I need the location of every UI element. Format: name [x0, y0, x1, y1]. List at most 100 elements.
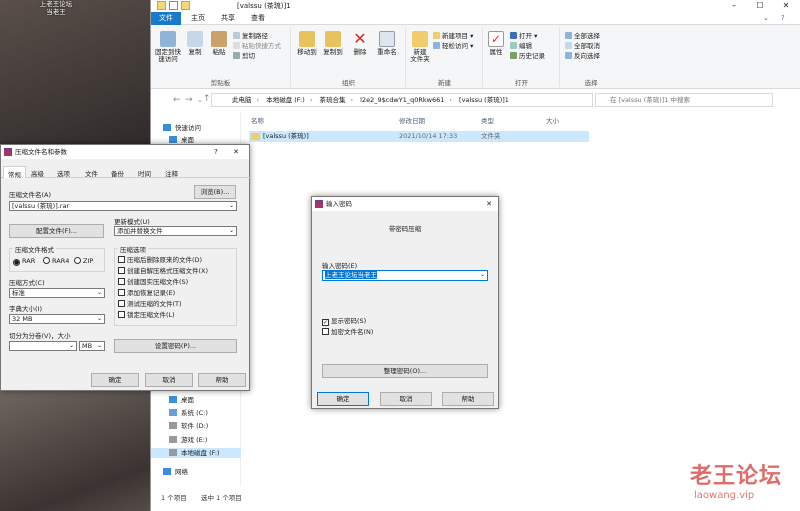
help-button[interactable]: 帮助 [442, 392, 494, 406]
breadcrumb-0[interactable]: 此电脑 [232, 96, 252, 104]
select-none-button[interactable]: 全部取消 [565, 42, 600, 50]
properties-icon[interactable] [169, 1, 178, 10]
chevron-down-icon[interactable]: ⌄ [229, 227, 234, 235]
close-icon[interactable]: ✕ [482, 197, 496, 211]
copy-to-button[interactable]: 复制到 [322, 31, 344, 56]
nav-quick-access[interactable]: 快速访问 [163, 123, 201, 133]
method-select[interactable]: 标准 ⌄ [9, 288, 105, 298]
help-icon[interactable]: ? [209, 145, 223, 159]
close-button[interactable]: ✕ [773, 0, 799, 12]
tab-advanced[interactable]: 高级 [31, 168, 44, 178]
chevron-down-icon[interactable]: ⌄ [97, 342, 102, 350]
desktop-icon[interactable]: 上老王论坛 当老王 [35, 0, 77, 28]
cancel-button[interactable]: 取消 [145, 373, 193, 387]
help-button[interactable]: 帮助 [198, 373, 246, 387]
search-input[interactable]: 在 [valssu (茶琉)]1 中搜索 [595, 93, 773, 107]
copy-button[interactable]: 复制 [185, 31, 205, 56]
option-lock-checkbox[interactable]: 锁定压缩文件(L) [118, 311, 175, 320]
back-icon[interactable]: ← [173, 95, 181, 105]
easy-access-button[interactable]: 轻松访问 ▾ [433, 42, 473, 50]
rename-button[interactable]: 重命名 [374, 31, 400, 56]
format-rar4-radio[interactable]: RAR4 [43, 257, 69, 266]
paste-shortcut-button[interactable]: 粘贴快捷方式 [233, 42, 281, 50]
breadcrumb-2[interactable]: 茶琉合集 [319, 96, 345, 104]
manage-passwords-button[interactable]: 整理密码(O)... [322, 364, 488, 378]
tab-general[interactable]: 常规 [3, 166, 26, 179]
tab-share[interactable]: 共享 [213, 12, 243, 25]
profiles-button[interactable]: 配置文件(F)... [9, 224, 104, 238]
format-zip-radio[interactable]: ZIP [74, 257, 93, 266]
up-icon[interactable]: ↑ [203, 94, 211, 104]
encrypt-names-checkbox[interactable]: 加密文件名(N) [322, 328, 373, 337]
move-to-button[interactable]: 移动到 [296, 31, 318, 56]
open-button[interactable]: 打开 ▾ [510, 32, 537, 40]
edit-button[interactable]: 编辑 [510, 42, 532, 50]
breadcrumb-4[interactable]: [valssu (茶琉)]1 [459, 96, 509, 104]
table-row[interactable]: [valssu (茶琉)] 2021/10/14 17:33 文件夹 [249, 131, 589, 142]
archive-name-field[interactable]: [valssu (茶琉)].rar ⌄ [9, 201, 237, 211]
forward-icon[interactable]: → [185, 95, 193, 105]
nav-drive-f[interactable]: 本地磁盘 (F:) [151, 448, 241, 458]
option-recovery-checkbox[interactable]: 添加恢复记录(E) [118, 289, 175, 298]
new-item-button[interactable]: 新建项目 ▾ [433, 32, 473, 40]
pin-button[interactable]: 固定到快速访问 [153, 31, 183, 63]
nav-drive-c[interactable]: 系统 (C:) [169, 408, 208, 418]
update-mode-select[interactable]: 添加并替换文件 ⌄ [114, 226, 237, 236]
column-date[interactable]: 修改日期 [399, 115, 425, 125]
tab-home[interactable]: 主页 [183, 12, 213, 25]
option-sfx-checkbox[interactable]: 创建自解压格式压缩文件(X) [118, 267, 208, 276]
nav-drive-d[interactable]: 软件 (D:) [169, 421, 208, 431]
column-name[interactable]: 名称 [251, 115, 264, 125]
ok-button[interactable]: 确定 [317, 392, 369, 406]
ok-button[interactable]: 确定 [91, 373, 139, 387]
tab-view[interactable]: 查看 [243, 12, 273, 25]
tab-time[interactable]: 时间 [138, 168, 151, 178]
chevron-down-icon[interactable]: ⌄ [229, 202, 234, 210]
select-all-button[interactable]: 全部选择 [565, 32, 600, 40]
delete-button[interactable]: ✕ 删除 [350, 31, 370, 56]
history-button[interactable]: 历史记录 [510, 52, 545, 60]
minimize-button[interactable]: – [721, 0, 747, 12]
recent-icon[interactable]: ⌄ [197, 96, 203, 104]
browse-button[interactable]: 浏览(B)... [194, 185, 236, 199]
new-folder-button[interactable]: 新建 文件夹 [409, 31, 431, 63]
chevron-down-icon[interactable]: ⌄ [97, 289, 102, 297]
paste-button[interactable]: 粘贴 [209, 31, 229, 56]
option-test-checkbox[interactable]: 测试压缩的文件(T) [118, 300, 182, 309]
column-size[interactable]: 大小 [546, 115, 559, 125]
password-input[interactable]: 上老王论坛当老王 ⌄ [322, 270, 488, 281]
tab-file[interactable]: 文件 [151, 12, 181, 25]
option-delete-checkbox[interactable]: 压缩后删除原来的文件(D) [118, 256, 202, 265]
nav-desktop-2[interactable]: 桌面 [169, 395, 194, 405]
format-rar-radio[interactable]: ● RAR [13, 257, 35, 266]
cut-button[interactable]: 剪切 [233, 52, 255, 60]
column-type[interactable]: 类型 [481, 115, 494, 125]
chevron-down-icon[interactable]: ⌄ [69, 342, 74, 350]
invert-selection-button[interactable]: 反向选择 [565, 52, 600, 60]
tab-files[interactable]: 文件 [85, 168, 98, 178]
tab-comment[interactable]: 注释 [165, 168, 178, 178]
tab-backup[interactable]: 备份 [111, 168, 124, 178]
properties-button[interactable]: ✓ 属性 [486, 31, 506, 56]
chevron-down-icon[interactable]: ⌄ [480, 271, 485, 279]
address-bar[interactable]: 此电脑 › 本地磁盘 (F:) › 茶琉合集 › l2e2_9$cdwY1_q0Rkw… [211, 93, 593, 107]
close-icon[interactable]: ✕ [229, 145, 243, 159]
nav-network[interactable]: 网络 [163, 467, 188, 477]
show-password-checkbox[interactable]: ✓ 显示密码(S) [322, 317, 366, 326]
new-group: 新建 文件夹 新建项目 ▾ 轻松访问 ▾ 新建 [407, 27, 483, 87]
chevron-down-icon[interactable]: ⌄ [97, 315, 102, 323]
copy-path-button[interactable]: 复制路径 [233, 32, 268, 40]
maximize-button[interactable]: ☐ [747, 0, 773, 12]
tab-options[interactable]: 选项 [57, 168, 70, 178]
breadcrumb-1[interactable]: 本地磁盘 (F:) [266, 96, 305, 104]
split-size-field[interactable]: ⌄ [9, 341, 77, 351]
option-solid-checkbox[interactable]: 创建固实压缩文件(S) [118, 278, 188, 287]
nav-drive-e[interactable]: 游戏 (E:) [169, 435, 207, 445]
help-icon[interactable]: ? [773, 12, 793, 25]
dict-select[interactable]: 32 MB ⌄ [9, 314, 105, 324]
cancel-button[interactable]: 取消 [380, 392, 432, 406]
breadcrumb-3[interactable]: l2e2_9$cdwY1_q0Rkw661 [360, 96, 444, 104]
split-unit-select[interactable]: MB ⌄ [79, 341, 105, 351]
new-folder-icon[interactable] [181, 1, 190, 10]
set-password-button[interactable]: 设置密码(P)... [114, 339, 237, 353]
